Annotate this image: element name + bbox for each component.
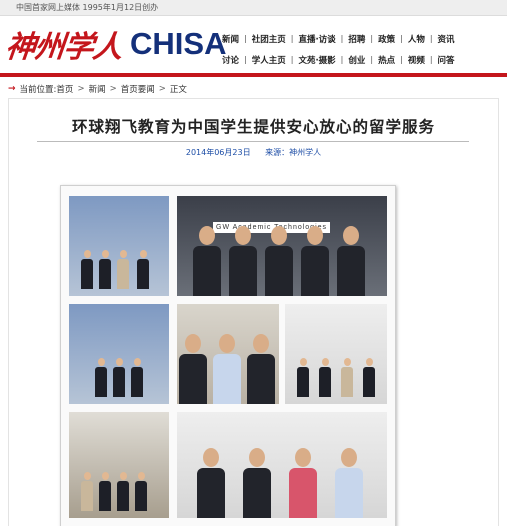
photo-gw-staff [177, 412, 387, 518]
breadcrumb-top-news[interactable]: 首页要闻 [121, 83, 155, 95]
site-header: 神州学人 CHISA 新闻 | 社团主页 | 直播·访谈 | 招聘 | 政策 | 人物 | … [0, 16, 507, 74]
arrow-right-icon: → [8, 84, 16, 94]
nav-startup[interactable]: 创业 [348, 54, 365, 66]
nav-news[interactable]: 新闻 [222, 33, 239, 45]
nav-hot-topics[interactable]: 热点 [378, 54, 395, 66]
title-divider [37, 141, 469, 142]
article-source[interactable]: 来源：神州学人 [265, 148, 321, 157]
article-meta: 2014年06月23日 来源：神州学人 [9, 147, 498, 158]
nav-discussion[interactable]: 讨论 [222, 54, 239, 66]
nav-community[interactable]: 社团主页 [252, 33, 286, 45]
photo-office-group [177, 304, 279, 404]
site-logo[interactable]: 神州学人 CHISA [3, 22, 227, 66]
nav-video[interactable]: 视频 [408, 54, 425, 66]
photo-staircase-group [69, 196, 169, 296]
photo-collage[interactable]: GW Academic Technologies [60, 185, 396, 526]
breadcrumb-current: 正文 [169, 85, 187, 95]
photo-hallway-group [69, 412, 169, 518]
nav-live-interview[interactable]: 直播·访谈 [298, 33, 335, 45]
nav-policy[interactable]: 政策 [378, 33, 395, 45]
logo-english-text: CHISA [130, 26, 227, 61]
main-navigation: 新闻 | 社团主页 | 直播·访谈 | 招聘 | 政策 | 人物 | 资讯 讨论 | 学人主页… [222, 30, 504, 72]
top-info-bar: 中国首家网上媒体 1995年1月12日创办 [0, 0, 507, 16]
breadcrumb: → 当前位置: 首页 > 新闻 > 首页要闻 > 正文 [8, 83, 187, 95]
nav-row-2: 讨论 | 学人主页 | 文苑·摄影 | 创业 | 热点 | 视频 | 问答 [222, 54, 455, 66]
breadcrumb-home[interactable]: 首页 [56, 83, 73, 95]
photo-gw-group: GW Academic Technologies [177, 196, 387, 296]
nav-row-1: 新闻 | 社团主页 | 直播·访谈 | 招聘 | 政策 | 人物 | 资讯 [222, 33, 455, 45]
nav-literature-photo[interactable]: 文苑·摄影 [298, 54, 335, 66]
photo-meeting-room [285, 304, 387, 404]
breadcrumb-news[interactable]: 新闻 [89, 83, 106, 95]
article-date: 2014年06月23日 [185, 148, 251, 157]
nav-people[interactable]: 人物 [408, 33, 425, 45]
nav-qa[interactable]: 问答 [438, 54, 455, 66]
nav-info[interactable]: 资讯 [438, 33, 455, 45]
article-title: 环球翔飞教育为中国学生提供安心放心的留学服务 [71, 118, 435, 136]
site-tagline: 中国首家网上媒体 1995年1月12日创办 [16, 3, 159, 12]
photo-building-entrance [69, 304, 169, 404]
logo-chinese-text: 神州学人 [3, 30, 124, 65]
breadcrumb-prefix: 当前位置: [19, 85, 57, 95]
article-panel: 环球翔飞教育为中国学生提供安心放心的留学服务 2014年06月23日 来源：神州… [8, 98, 499, 526]
nav-jobs[interactable]: 招聘 [348, 33, 365, 45]
nav-scholar-home[interactable]: 学人主页 [252, 54, 286, 66]
header-divider [0, 73, 507, 77]
